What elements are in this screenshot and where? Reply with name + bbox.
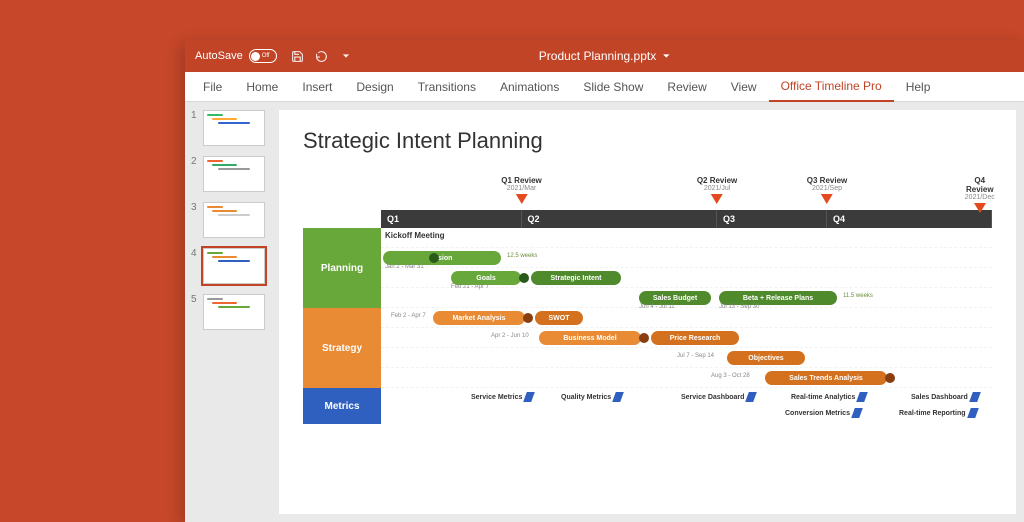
- bar-trends[interactable]: Sales Trends Analysis: [765, 371, 887, 385]
- bar-release[interactable]: Beta + Release Plans: [719, 291, 837, 305]
- toggle-knob: [251, 52, 260, 61]
- quarter-q2: Q2: [522, 210, 718, 228]
- review-marker: Q3 Review2021/Sep: [807, 176, 847, 204]
- autosave-control[interactable]: AutoSave Off: [195, 49, 277, 63]
- bar-price[interactable]: Price Research: [651, 331, 739, 345]
- slide-thumbnail-5[interactable]: 5: [191, 294, 265, 330]
- duration-label: 11.5 weeks: [843, 293, 873, 299]
- bar-swot[interactable]: SWOT: [535, 311, 583, 325]
- date-range: Jul 7 - Sep 14: [677, 353, 714, 359]
- autosave-label: AutoSave: [195, 50, 243, 62]
- swimlane-metrics: Metrics Service MetricsQuality MetricsSe…: [303, 388, 992, 424]
- undo-icon[interactable]: [315, 49, 329, 63]
- bar-budget[interactable]: Sales Budget: [639, 291, 711, 305]
- quarter-bar: Q1Q2Q3Q4: [381, 210, 992, 228]
- metric-item: Service Metrics: [471, 392, 533, 402]
- autosave-toggle[interactable]: Off: [249, 49, 277, 63]
- slide-thumbnail-4[interactable]: 4: [191, 248, 265, 284]
- bar-biz[interactable]: Business Model: [539, 331, 641, 345]
- review-marker: Q1 Review2021/Mar: [501, 176, 541, 204]
- duration-label: 12.5 weeks: [507, 253, 537, 259]
- metric-item: Real-time Analytics: [791, 392, 866, 402]
- metric-item: Quality Metrics: [561, 392, 622, 402]
- milestone-icon: [885, 373, 895, 383]
- slide-thumbnail-3[interactable]: 3: [191, 202, 265, 238]
- toggle-state: Off: [262, 53, 270, 59]
- metric-item: Sales Dashboard: [911, 392, 979, 402]
- titlebar: AutoSave Off Product Planning.pptx: [185, 40, 1024, 72]
- metric-item: Real-time Reporting: [899, 408, 977, 418]
- chevron-down-icon: [662, 52, 670, 60]
- swimlane-body: Service Metrics Quality Metrics Service Da…: [381, 388, 992, 424]
- review-markers: Q1 Review2021/Mar Q2 Review2021/Jul Q3 Rev…: [381, 176, 992, 210]
- slide-thumbnail-1[interactable]: 1: [191, 110, 265, 146]
- swimlane-label: Strategy: [303, 308, 381, 388]
- ribbon-tab-animations[interactable]: Animations: [488, 73, 571, 101]
- date-range: Apr 2 - Jun 10: [491, 333, 529, 339]
- bar-obj[interactable]: Objectives: [727, 351, 805, 365]
- milestone-icon: [523, 313, 533, 323]
- ribbon-tab-file[interactable]: File: [191, 73, 234, 101]
- app-window: AutoSave Off Product Planning.pptx FileH…: [185, 40, 1024, 522]
- ribbon-tab-transitions[interactable]: Transitions: [406, 73, 488, 101]
- slide-title: Strategic Intent Planning: [303, 128, 992, 154]
- swimlane-planning: Planning Kickoff Meeting Vision 12.5 wee…: [303, 228, 992, 308]
- thumbnail-panel: 1 2 3 4 5: [185, 102, 271, 522]
- metric-item: Conversion Metrics: [785, 408, 861, 418]
- workspace: 1 2 3 4 5 Strategic Intent Planning Q1 Revie…: [185, 102, 1024, 522]
- bar-intent[interactable]: Strategic Intent: [531, 271, 621, 285]
- quick-access-toolbar: [291, 49, 353, 63]
- date-range: Feb 2 - Apr 7: [391, 313, 426, 319]
- ribbon-tab-review[interactable]: Review: [655, 73, 718, 101]
- bar-vision[interactable]: Vision: [383, 251, 501, 265]
- swimlane-body: Feb 2 - Apr 7 Market Analysis SWOT Apr 2…: [381, 308, 992, 388]
- ribbon-tab-design[interactable]: Design: [344, 73, 405, 101]
- slide-thumbnail-2[interactable]: 2: [191, 156, 265, 192]
- bar-goals[interactable]: Goals: [451, 271, 521, 285]
- document-title[interactable]: Product Planning.pptx: [539, 49, 670, 63]
- timeline: Q1 Review2021/Mar Q2 Review2021/Jul Q3 Rev…: [303, 176, 992, 424]
- swimlane-label: Planning: [303, 228, 381, 308]
- ribbon-tab-slide-show[interactable]: Slide Show: [571, 73, 655, 101]
- metric-item: Service Dashboard: [681, 392, 755, 402]
- quarter-q3: Q3: [717, 210, 827, 228]
- dropdown-icon[interactable]: [339, 49, 353, 63]
- save-icon[interactable]: [291, 49, 305, 63]
- milestone-icon: [519, 273, 529, 283]
- bar-market[interactable]: Market Analysis: [433, 311, 525, 325]
- review-marker: Q4 Review2021/Dec: [965, 176, 995, 213]
- swimlane-body: Kickoff Meeting Vision 12.5 weeks Jan 2 …: [381, 228, 992, 308]
- ribbon-tab-insert[interactable]: Insert: [290, 73, 344, 101]
- slide-canvas[interactable]: Strategic Intent Planning Q1 Review2021/…: [279, 110, 1016, 514]
- quarter-q1: Q1: [381, 210, 522, 228]
- ribbon-tab-view[interactable]: View: [719, 73, 769, 101]
- swimlane-strategy: Strategy Feb 2 - Apr 7 Market Analysis S…: [303, 308, 992, 388]
- ribbon-tabs: FileHomeInsertDesignTransitionsAnimation…: [185, 72, 1024, 102]
- ribbon-tab-office-timeline-pro[interactable]: Office Timeline Pro: [769, 72, 894, 102]
- review-marker: Q2 Review2021/Jul: [697, 176, 737, 204]
- milestone-icon: [429, 253, 439, 263]
- date-range: Aug 3 - Oct 28: [711, 373, 750, 379]
- milestone-icon: [639, 333, 649, 343]
- kickoff-label: Kickoff Meeting: [385, 231, 445, 240]
- ribbon-tab-help[interactable]: Help: [894, 73, 943, 101]
- swimlane-label: Metrics: [303, 388, 381, 424]
- ribbon-tab-home[interactable]: Home: [234, 73, 290, 101]
